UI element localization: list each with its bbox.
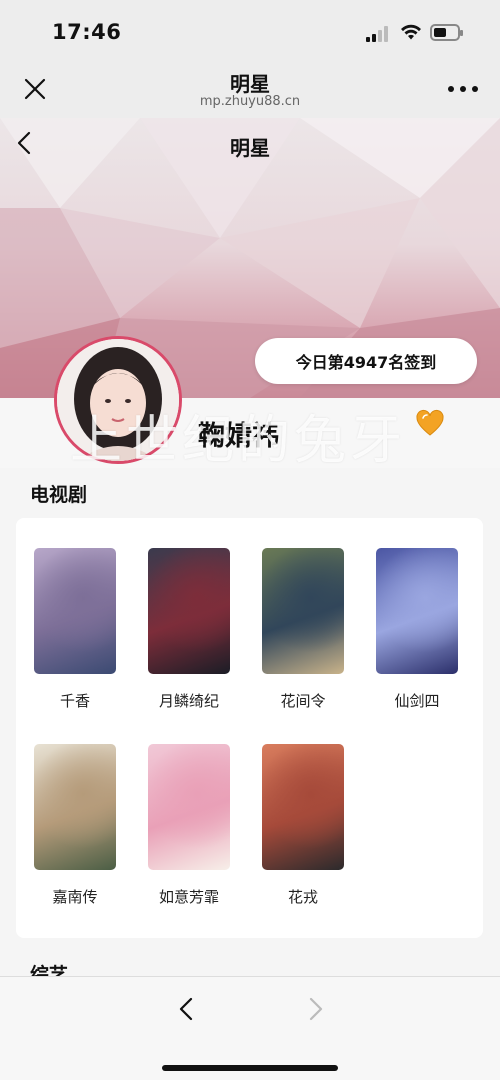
cellular-signal-icon [366, 26, 392, 42]
tv-show-item[interactable]: 仙剑四 [360, 518, 474, 710]
section-title-tv: 电视剧 [30, 484, 88, 506]
tv-show-item[interactable]: 月鳞绮纪 [132, 518, 246, 710]
browser-bottom-bar [0, 976, 500, 1080]
more-options-icon[interactable] [448, 84, 478, 94]
wifi-icon [401, 24, 421, 40]
tv-show-item[interactable]: 花戎 [246, 714, 360, 906]
mini-program-nav-bar: 明星 mp.zhuyu88.cn [0, 62, 500, 118]
tv-show-poster [262, 744, 344, 870]
nav-title: 明星 [230, 72, 270, 96]
tv-show-title: 仙剑四 [394, 692, 440, 710]
tv-show-poster [148, 744, 230, 870]
tv-show-title: 月鳞绮纪 [158, 692, 219, 710]
home-indicator [162, 1065, 338, 1071]
heart-icon[interactable] [414, 408, 446, 440]
tv-show-poster [148, 548, 230, 674]
tv-show-item[interactable]: 如意芳霏 [132, 714, 246, 906]
tv-show-item[interactable]: 嘉南传 [18, 714, 132, 906]
tv-show-item[interactable]: 花间令 [246, 518, 360, 710]
tv-show-title: 如意芳霏 [158, 888, 219, 906]
checkin-button[interactable]: 今日第4947名签到 [255, 338, 477, 384]
status-bar: 17:46 [0, 0, 500, 62]
forward-arrow-icon [309, 997, 323, 1021]
tv-show-poster [376, 548, 458, 674]
page-title: 明星 [230, 136, 270, 160]
status-time: 17:46 [52, 20, 122, 44]
page-content: 明星 今日第4947名签到 鞠婧祎 上世纪的兔牙 电视剧 千香 月鳞绮纪 花间令 仙剑… [0, 118, 500, 976]
battery-icon [430, 24, 463, 41]
tv-show-poster [34, 744, 116, 870]
tv-shows-card: 千香 月鳞绮纪 花间令 仙剑四嘉南传 如意芳霏 花戎 [16, 518, 483, 938]
tv-show-poster [34, 548, 116, 674]
tv-show-title: 花间令 [280, 692, 326, 710]
tv-show-title: 千香 [59, 692, 90, 710]
tv-show-poster [262, 548, 344, 674]
tv-show-title: 嘉南传 [52, 888, 98, 906]
section-title-variety: 综艺 [30, 964, 69, 976]
tv-shows-grid: 千香 月鳞绮纪 花间令 仙剑四嘉南传 如意芳霏 花戎 [16, 518, 483, 938]
nav-url: mp.zhuyu88.cn [199, 94, 301, 109]
tv-show-title: 花戎 [287, 888, 318, 906]
avatar [54, 336, 182, 464]
tv-show-item[interactable]: 千香 [18, 518, 132, 710]
back-arrow-icon[interactable] [176, 995, 196, 1023]
star-name: 鞠婧祎 [198, 421, 279, 452]
